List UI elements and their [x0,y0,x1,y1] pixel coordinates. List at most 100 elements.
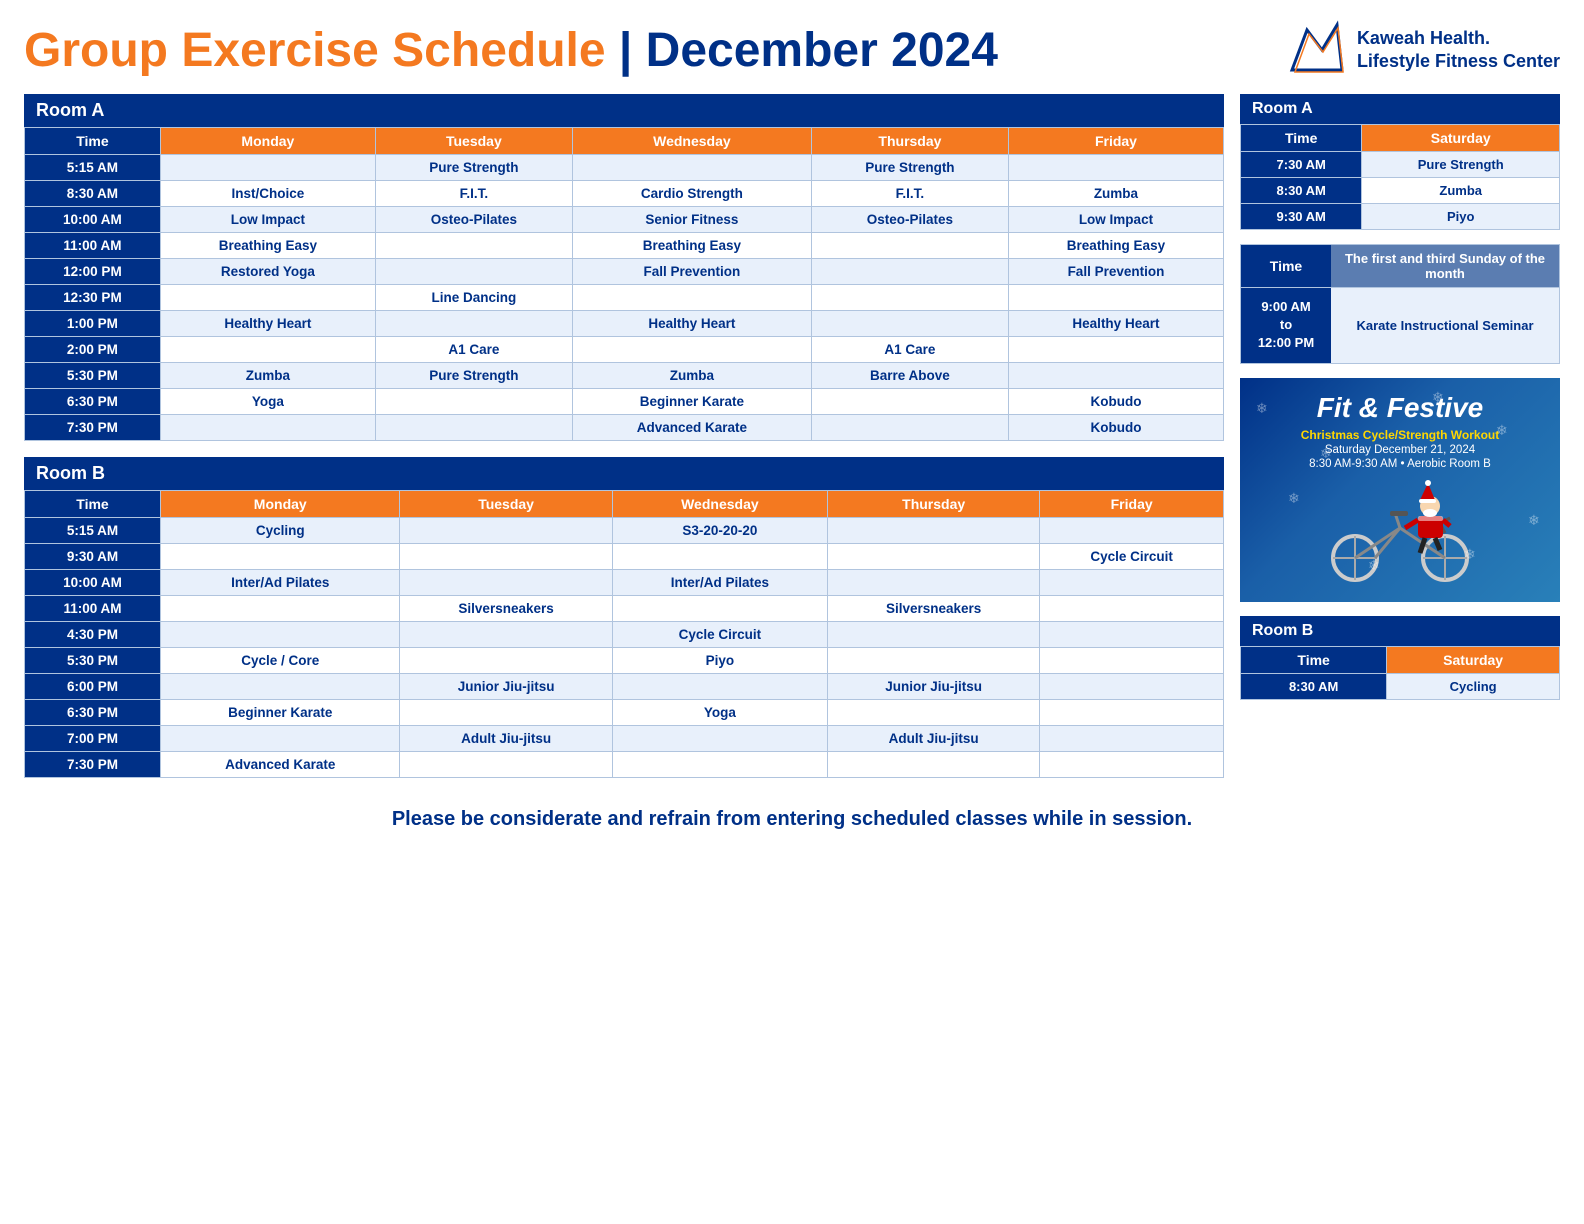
class-cell [160,285,375,311]
class-cell [612,726,827,752]
footer-note: Please be considerate and refrain from e… [24,808,1560,831]
class-cell: F.I.T. [375,181,572,207]
room-b-main-block: Room B Time Monday Tuesday Wednesday Thu… [24,457,1224,778]
class-cell: Piyo [612,648,827,674]
time-cell: 2:00 PM [25,337,161,363]
col-time-b: Time [25,491,161,518]
class-cell [400,518,612,544]
class-cell: Breathing Easy [160,233,375,259]
col-tuesday: Tuesday [375,128,572,155]
class-cell [1040,518,1224,544]
class-cell [1040,648,1224,674]
time-cell: 12:30 PM [25,285,161,311]
class-cell: Advanced Karate [572,415,811,441]
title-sep: | [606,24,646,77]
page-header: Group Exercise Schedule | December 2024 … [24,20,1560,80]
logo-text: Kaweah Health. Lifestyle Fitness Center [1357,27,1560,74]
room-a-saturday-table: Time Saturday 7:30 AMPure Strength8:30 A… [1240,124,1560,230]
class-cell [828,518,1040,544]
class-cell: S3-20-20-20 [612,518,827,544]
class-cell: Breathing Easy [572,233,811,259]
room-a-main-table: Time Monday Tuesday Wednesday Thursday F… [24,127,1224,441]
table-row: 9:30 AMPiyo [1241,204,1560,230]
class-cell [572,285,811,311]
class-cell [612,544,827,570]
time-cell: 6:00 PM [25,674,161,700]
title-part1: Group Exercise Schedule [24,24,606,77]
class-cell [161,674,400,700]
table-row: 12:30 PMLine Dancing [25,285,1224,311]
sunday-data-row: 9:00 AMto12:00 PM Karate Instructional S… [1241,287,1559,363]
class-cell: Advanced Karate [161,752,400,778]
table-row: 10:00 AMLow ImpactOsteo-PilatesSenior Fi… [25,207,1224,233]
class-cell [160,337,375,363]
class-cell [375,389,572,415]
time-cell: 9:30 AM [25,544,161,570]
table-row: 7:00 PMAdult Jiu-jitsuAdult Jiu-jitsu [25,726,1224,752]
time-cell: 5:30 PM [25,363,161,389]
class-cell [400,700,612,726]
class-cell: Junior Jiu-jitsu [400,674,612,700]
class-cell [612,752,827,778]
fit-festive-detail2: 8:30 AM-9:30 AM • Aerobic Room B [1252,458,1548,470]
room-b-saturday-table: Time Saturday 8:30 AMCycling [1240,646,1560,700]
class-cell [375,415,572,441]
class-cell [1040,700,1224,726]
class-cell [828,622,1040,648]
table-row: 5:30 PMZumbaPure StrengthZumbaBarre Abov… [25,363,1224,389]
table-row: 6:30 PMBeginner Karate Yoga [25,700,1224,726]
page-title: Group Exercise Schedule | December 2024 [24,23,998,78]
time-cell: 6:30 PM [25,389,161,415]
logo-area: Kaweah Health. Lifestyle Fitness Center [1287,20,1560,80]
kaweah-logo-icon [1287,20,1347,80]
time-cell: 6:30 PM [25,700,161,726]
time-cell: 7:30 PM [25,752,161,778]
col-monday: Monday [160,128,375,155]
class-cell [161,596,400,622]
class-cell [1008,285,1223,311]
class-cell: Beginner Karate [161,700,400,726]
room-b-saturday-block: Room B Time Saturday 8:30 AMCycling [1240,616,1560,700]
class-cell: Kobudo [1008,415,1223,441]
class-cell [375,259,572,285]
class-cell: Inst/Choice [160,181,375,207]
class-cell [572,155,811,181]
room-b-main-table: Time Monday Tuesday Wednesday Thursday F… [24,490,1224,778]
time-cell: 8:30 AM [25,181,161,207]
class-cell [1040,570,1224,596]
time-cell: 10:00 AM [25,570,161,596]
sunday-day-label: The first and third Sunday of the month [1331,245,1559,287]
right-column: Room A Time Saturday 7:30 AMPure Strengt… [1240,94,1560,794]
room-a-saturday-title: Room A [1240,94,1560,124]
sat-col-time-b: Time [1241,646,1387,673]
time-cell: 4:30 PM [25,622,161,648]
class-cell [400,752,612,778]
class-cell [811,259,1008,285]
time-cell: 5:30 PM [25,648,161,674]
table-row: 9:30 AMCycle Circuit [25,544,1224,570]
class-cell: Cardio Strength [572,181,811,207]
class-cell [811,311,1008,337]
table-row: 8:30 AMInst/ChoiceF.I.T.Cardio StrengthF… [25,181,1224,207]
fit-festive-subtitle: Christmas Cycle/Strength Workout [1252,428,1548,442]
time-cell: 10:00 AM [25,207,161,233]
class-cell [400,622,612,648]
time-cell: 7:30 AM [1241,152,1362,178]
class-cell [828,570,1040,596]
class-cell [161,622,400,648]
class-cell: Low Impact [1008,207,1223,233]
time-cell: 8:30 AM [1241,178,1362,204]
class-cell [1040,674,1224,700]
col-friday: Friday [1008,128,1223,155]
table-row: 11:00 AMSilversneakersSilversneakers [25,596,1224,622]
sunday-class-val: Karate Instructional Seminar [1331,288,1559,363]
class-cell: Kobudo [1008,389,1223,415]
class-cell: Adult Jiu-jitsu [828,726,1040,752]
class-cell: Low Impact [160,207,375,233]
class-cell: Yoga [612,700,827,726]
class-cell [828,648,1040,674]
time-cell: 5:15 AM [25,155,161,181]
col-wednesday: Wednesday [572,128,811,155]
sunday-block: Time The first and third Sunday of the m… [1240,244,1560,364]
class-cell: Breathing Easy [1008,233,1223,259]
